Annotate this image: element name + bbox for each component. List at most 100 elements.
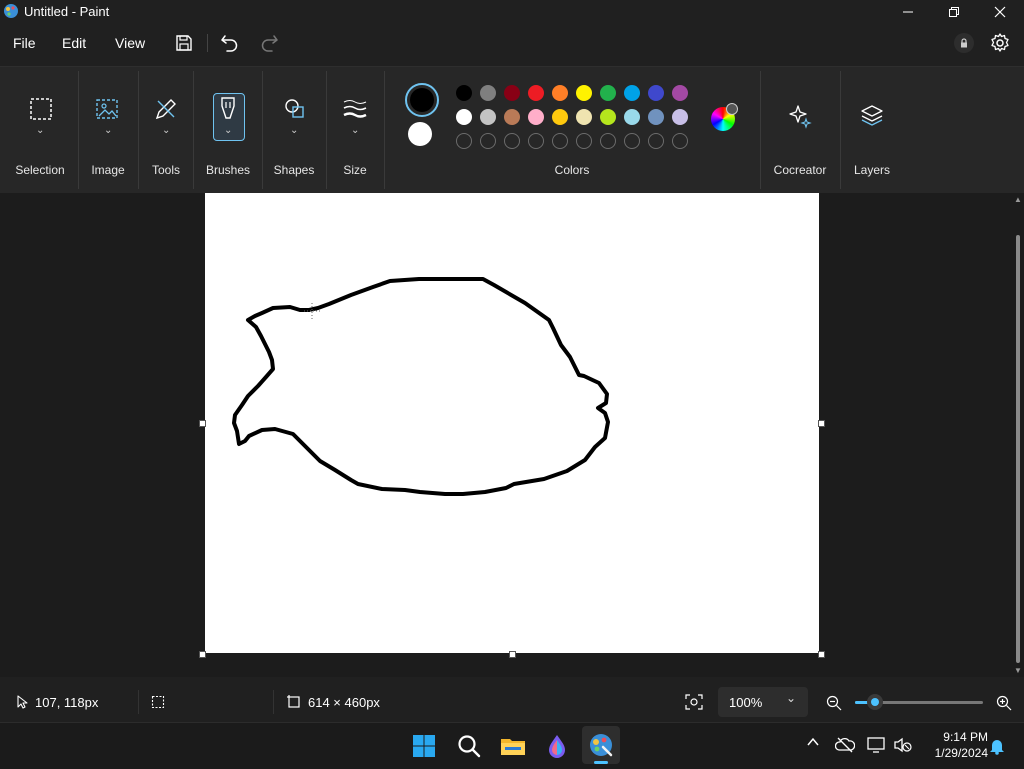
- restore-button[interactable]: [931, 0, 977, 24]
- color-swatch[interactable]: [576, 85, 592, 101]
- notification-bell-icon[interactable]: [989, 737, 1005, 755]
- copilot-drop-icon[interactable]: [543, 732, 571, 760]
- brushes-label: Brushes: [205, 163, 251, 177]
- save-button[interactable]: [174, 33, 194, 53]
- zoom-out-icon[interactable]: [826, 695, 842, 711]
- onedrive-offline-icon[interactable]: [835, 736, 855, 754]
- settings-button[interactable]: [989, 32, 1011, 54]
- minimize-button[interactable]: [885, 0, 931, 24]
- color-swatch[interactable]: [456, 109, 472, 125]
- ribbon-separator: [326, 71, 327, 189]
- custom-color-slot[interactable]: [528, 133, 544, 149]
- menu-edit[interactable]: Edit: [62, 35, 86, 51]
- chevron-up-icon[interactable]: [806, 735, 820, 749]
- size-group[interactable]: ⌄ Size: [328, 67, 382, 193]
- color-swatch[interactable]: [648, 109, 664, 125]
- resize-handle-right[interactable]: [818, 420, 825, 427]
- primary-color-ring[interactable]: [405, 83, 439, 117]
- undo-button[interactable]: [219, 32, 241, 54]
- color-swatch[interactable]: [528, 85, 544, 101]
- clock-time: 9:14 PM: [943, 730, 988, 744]
- vertical-scrollbar[interactable]: ▲ ▼: [1012, 193, 1024, 677]
- custom-color-slot[interactable]: [480, 133, 496, 149]
- color-swatch[interactable]: [456, 85, 472, 101]
- zoom-dropdown[interactable]: 100% ⌄: [718, 687, 808, 717]
- resize-handle-bottom-left[interactable]: [199, 651, 206, 658]
- colors-label: Colors: [554, 163, 590, 177]
- resize-handle-bottom[interactable]: [509, 651, 516, 658]
- close-button[interactable]: [977, 0, 1023, 24]
- color-swatch[interactable]: [672, 85, 688, 101]
- status-bar: 107, 118px 614 × 460px 100% ⌄: [0, 684, 1024, 720]
- custom-color-slot[interactable]: [456, 133, 472, 149]
- color-swatch[interactable]: [624, 109, 640, 125]
- redo-icon: [261, 35, 278, 52]
- tools-group[interactable]: ⌄ Tools: [140, 67, 192, 193]
- save-icon: [176, 35, 192, 51]
- menu-file[interactable]: File: [13, 35, 36, 51]
- paint-app-icon: [3, 3, 19, 19]
- status-separator: [273, 690, 274, 714]
- drawing-canvas[interactable]: [205, 193, 819, 653]
- secondary-color-swatch[interactable]: [408, 122, 432, 146]
- chevron-down-icon: ⌄: [104, 125, 113, 136]
- fit-to-window-icon[interactable]: [685, 694, 703, 710]
- custom-color-slot[interactable]: [576, 133, 592, 149]
- ribbon-separator: [138, 71, 139, 189]
- resize-handle-bottom-right[interactable]: [818, 651, 825, 658]
- layers-group[interactable]: Layers: [842, 67, 902, 193]
- redo-button[interactable]: [258, 32, 280, 54]
- zoom-slider-track[interactable]: [855, 694, 983, 710]
- shapes-group[interactable]: ⌄ Shapes: [264, 67, 324, 193]
- scroll-down-icon[interactable]: ▼: [1014, 666, 1022, 675]
- volume-muted-icon[interactable]: [893, 736, 913, 754]
- brushes-group[interactable]: ⌄ Brushes: [195, 67, 261, 193]
- custom-color-slot[interactable]: [504, 133, 520, 149]
- color-swatch[interactable]: [528, 109, 544, 125]
- zoom-in-icon[interactable]: [996, 695, 1012, 711]
- brush-icon: [221, 97, 235, 119]
- restore-icon: [949, 7, 959, 17]
- color-swatch[interactable]: [576, 109, 592, 125]
- scroll-up-icon[interactable]: ▲: [1014, 195, 1022, 204]
- color-swatch[interactable]: [648, 85, 664, 101]
- paint-taskbar-button[interactable]: [582, 726, 620, 764]
- color-swatch[interactable]: [480, 85, 496, 101]
- active-app-indicator: [594, 761, 608, 764]
- menu-bar: File Edit View: [0, 26, 1024, 62]
- color-swatch[interactable]: [504, 109, 520, 125]
- color-swatch[interactable]: [552, 109, 568, 125]
- color-swatch[interactable]: [600, 85, 616, 101]
- network-icon[interactable]: [866, 736, 886, 754]
- color-swatch[interactable]: [504, 85, 520, 101]
- zoom-slider-thumb[interactable]: [867, 694, 883, 710]
- menu-view[interactable]: View: [115, 35, 145, 51]
- search-icon[interactable]: [455, 732, 483, 760]
- custom-color-slot[interactable]: [648, 133, 664, 149]
- start-windows-icon[interactable]: [410, 732, 438, 760]
- tools-pencil-icon: [155, 99, 176, 120]
- cocreator-group[interactable]: Cocreator: [762, 67, 838, 193]
- color-swatch[interactable]: [552, 85, 568, 101]
- selection-group[interactable]: ⌄ Selection: [5, 67, 75, 193]
- custom-color-slot[interactable]: [624, 133, 640, 149]
- shapes-label: Shapes: [273, 163, 315, 177]
- edit-colors-button[interactable]: [711, 103, 738, 131]
- scrollbar-thumb[interactable]: [1016, 235, 1020, 663]
- clock[interactable]: 9:14 PM 1/29/2024: [920, 729, 988, 761]
- color-swatch[interactable]: [600, 109, 616, 125]
- file-explorer-icon[interactable]: [499, 732, 527, 760]
- selection-size-icon: [151, 695, 165, 709]
- custom-color-slot[interactable]: [672, 133, 688, 149]
- account-button[interactable]: [954, 33, 974, 53]
- window-title: Untitled - Paint: [24, 4, 110, 19]
- color-swatch[interactable]: [672, 109, 688, 125]
- color-swatch[interactable]: [624, 85, 640, 101]
- resize-handle-left[interactable]: [199, 420, 206, 427]
- custom-color-slot[interactable]: [552, 133, 568, 149]
- color-swatch[interactable]: [480, 109, 496, 125]
- custom-color-slot[interactable]: [600, 133, 616, 149]
- chevron-down-icon: ⌄: [224, 125, 233, 136]
- image-group[interactable]: ⌄ Image: [80, 67, 136, 193]
- line-size-icon: [343, 100, 367, 118]
